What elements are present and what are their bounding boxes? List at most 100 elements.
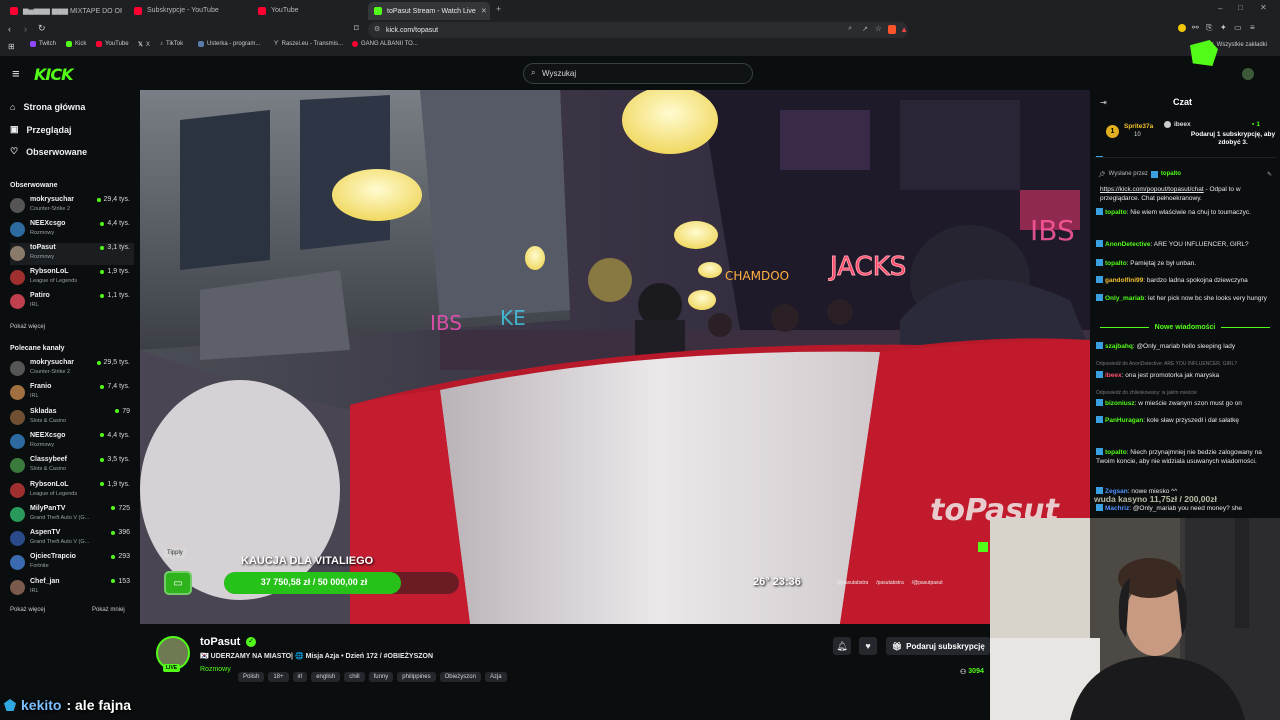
extension-icon[interactable] [1178,24,1186,32]
nav-browse[interactable]: ▣ Przeglądaj [10,124,72,135]
channel-category: IRL [30,393,39,400]
bookmark-kick[interactable]: Kick [66,41,86,47]
extensions-puzzle-icon[interactable]: ✦ [1220,23,1227,32]
channel-item[interactable]: NEEXcsgo Rozmowy 4,4 tys. [10,219,134,241]
tag-chip[interactable]: english [311,672,341,682]
chat-username[interactable]: ibeex [1105,372,1122,379]
channel-name: OjciecTrapcio [30,553,76,561]
show-less-recommended[interactable]: Pokaż mniej [92,607,125,613]
chat-username[interactable]: szajbahq [1105,343,1133,350]
tag-chip[interactable]: chill [344,672,365,682]
bookmark-icon[interactable]: ⌑ [354,23,359,34]
chat-username[interactable]: topalto [1105,209,1127,216]
video-player[interactable]: IBS JACKS CHAMDOO IBS KE toPasut Tipply … [140,90,1090,624]
bookmark-gang[interactable]: GANG ALBANII TO... [352,41,418,47]
channel-item[interactable]: Classybeef Slots & Casino 3,5 tys. [10,455,134,477]
tag-chip[interactable]: Obieżyszon [439,672,481,682]
bookmark-youtube[interactable]: YouTube [96,41,129,47]
brave-shield-icon[interactable] [888,25,896,34]
channel-item[interactable]: MilyPanTV Grand Theft Auto V (G... 725 [10,504,134,526]
chat-username[interactable]: Machriz [1105,505,1129,512]
star-icon[interactable]: ☆ [875,24,882,33]
new-tab-button[interactable]: + [496,4,501,14]
bookmark-raszei[interactable]: ϒ Raszei.eu - Transmis... [274,41,343,47]
stream-category[interactable]: Rozmowy [200,666,231,673]
channel-avatar [10,482,25,498]
sidebar-toggle-icon[interactable]: ▭ [1234,23,1242,32]
chat-username[interactable]: gandolfini99 [1105,277,1143,284]
chat-username[interactable]: topalto [1105,260,1127,267]
channel-avatar [10,555,25,571]
minimize-icon[interactable]: – [1218,4,1222,13]
channel-item[interactable]: mokrysuchar Counter-Strike 2 29,4 tys. [10,195,134,217]
reload-icon[interactable]: ↻ [38,23,46,34]
channel-item[interactable]: Franio IRL 7,4 tys. [10,382,134,404]
nav-following[interactable]: ♡ Obserwowane [10,146,87,157]
menu-icon[interactable]: ≡ [1250,23,1255,32]
channel-item[interactable]: Patiro IRL 1,1 tys. [10,291,134,313]
channel-item[interactable]: Chef_jan IRL 153 [10,577,134,599]
gift-subscription-button[interactable]: 🎁︎ Podaruj subskrypcję [886,637,990,655]
streamer-name[interactable]: toPasut [200,636,240,648]
viewer-count: 293 [111,553,130,560]
bookmark-x[interactable]: 𝕏X [138,41,150,49]
channel-item[interactable]: RybsonLoL League of Legends 1,9 tys. [10,267,134,289]
zoom-icon[interactable]: ⌕ [848,25,852,33]
channel-item[interactable]: RybsonLoL League of Legends 1,9 tys. [10,480,134,502]
maximize-icon[interactable]: □ [1238,3,1243,12]
channel-item[interactable]: Skladas Slots & Casino 79 [10,407,134,429]
bookmark-tiktok[interactable]: ♪ TikTok [160,41,183,47]
search-input[interactable]: ⌕ Wyszukaj [523,63,753,84]
chat-username[interactable]: PanHuragan [1105,417,1143,424]
chat-text: kole sław przyszedł i dał sałatkę [1146,417,1240,424]
unpin-icon[interactable]: ✎ [1267,171,1272,178]
extension-icon[interactable]: ⚯ [1192,23,1199,32]
channel-item[interactable]: mokrysuchar Counter-Strike 2 29,5 tys. [10,358,134,380]
gift-user: ibeex [1164,121,1191,128]
tag-chip[interactable]: philippines [397,672,436,682]
address-bar[interactable]: ⚙ kick.com/topasut ⌕ ↗ ☆ ▲ [368,22,908,38]
show-more-followed[interactable]: Pokaż więcej [10,324,45,330]
browser-tab-active[interactable]: toPasut Stream - Watch Live ✕ [368,2,490,20]
back-icon[interactable]: ‹ [8,24,11,34]
site-info-icon[interactable]: ⚙ [374,25,380,33]
chat-username[interactable]: topalto [1105,449,1127,456]
channel-item[interactable]: AspenTV Grand Theft Auto V (G... 396 [10,528,134,550]
share-icon[interactable]: ↗ [862,25,868,33]
browser-tab[interactable]: YouTube [252,2,364,19]
bookmark-usterka[interactable]: Usterka - program... [198,41,260,47]
browser-tab[interactable]: Subskrypcje - YouTube [128,2,246,19]
chat-username[interactable]: Only_mariab [1105,295,1144,302]
apps-icon[interactable]: ⊞ [8,42,15,51]
tag-chip[interactable]: 18+ [268,672,289,682]
tag-chip[interactable]: irl [292,672,308,682]
kick-logo[interactable]: KICK [34,65,73,84]
browser-tab[interactable]: ▆▅▆▆▆ ▆▆▆ MIXTAPE DO OPOR [4,2,122,19]
close-tab-icon[interactable]: ✕ [481,7,487,15]
chat-username[interactable]: AnonDetective [1105,241,1151,248]
brave-rewards-icon[interactable]: ▲ [900,25,908,34]
sidebar: ⌂ Strona główna ▣ Przeglądaj ♡ Obserwowane … [0,90,140,622]
tag-chip[interactable]: Azja [484,672,507,682]
extension-icon[interactable]: ⎘ [1206,23,1212,33]
user-avatar[interactable] [1242,68,1254,80]
collapse-chat-icon[interactable]: ⇥ [1100,98,1107,107]
chat-username[interactable]: bizoniusz [1105,400,1135,407]
gift-cta[interactable]: Podaruj 1 subskrypcję, aby zdobyć 3. [1190,131,1276,147]
notification-bell-button[interactable]: 🔔︎ [833,637,851,655]
channel-item[interactable]: OjciecTrapcio Fortnite 293 [10,552,134,574]
tag-chip[interactable]: Polish [238,672,265,682]
chat-username[interactable]: Zegsan [1105,488,1128,495]
bookmark-twitch[interactable]: Twitch [30,41,56,47]
all-bookmarks[interactable]: ▤Wszystkie zakładki [1208,41,1267,49]
channel-item[interactable]: toPasut Rozmowy 3,1 tys. [10,243,134,265]
show-more-recommended[interactable]: Pokaż więcej [10,607,45,613]
close-window-icon[interactable]: ✕ [1260,3,1267,12]
nav-home[interactable]: ⌂ Strona główna [10,102,85,112]
follow-button[interactable]: ♥ [859,637,877,655]
forward-icon[interactable]: › [24,24,27,34]
channel-item[interactable]: NEEXcsgo Rozmowy 4,4 tys. [10,431,134,453]
hamburger-menu-icon[interactable]: ≡ [12,66,20,81]
tag-chip[interactable]: funny [368,672,394,682]
pinned-link[interactable]: https://kick.com/popout/topasut/chat [1100,186,1204,193]
